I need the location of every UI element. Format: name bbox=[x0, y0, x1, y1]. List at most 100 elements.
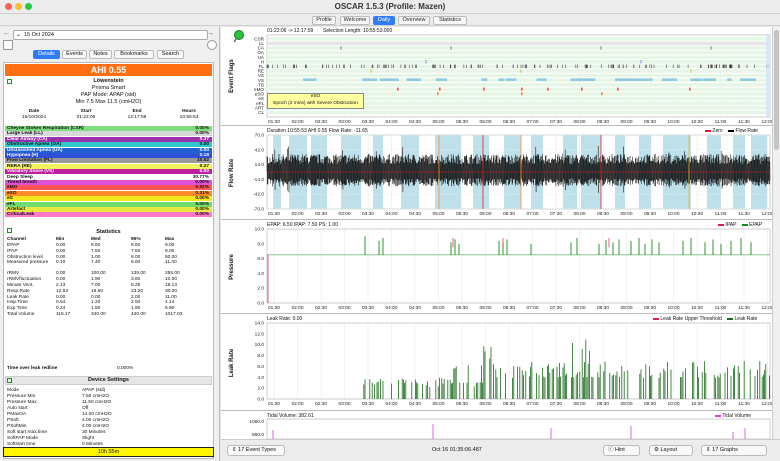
legend-leak-threshold: Leak Rate Upper Threshold bbox=[660, 316, 722, 322]
y-tick-label: 6.0 bbox=[257, 364, 264, 370]
y-tick-label: 860.0 bbox=[252, 432, 264, 438]
tab-welcome[interactable]: Welcome bbox=[340, 16, 370, 25]
x-tick-label: 11:00 bbox=[715, 401, 727, 407]
tidal-volume-graph[interactable]: Tidal Volume: 382.61 1060.0 860.0 Tidal V… bbox=[221, 412, 773, 439]
x-tick-label: 07:30 bbox=[550, 305, 562, 311]
x-tick-label: 04:00 bbox=[385, 305, 397, 311]
event-value: 30.77% bbox=[192, 174, 209, 180]
date-selector[interactable]: ⌄ 15 Oct 2024 bbox=[13, 30, 208, 40]
leak-redline-value: 0.000% bbox=[117, 366, 134, 371]
stats-cell: 6.50 bbox=[91, 243, 101, 248]
event-row: eSO 0.31% bbox=[5, 190, 212, 196]
setting-name: PMaxOA bbox=[7, 412, 27, 417]
event-row: eS 0.00% bbox=[5, 196, 212, 202]
deep-sleep-flag bbox=[481, 78, 488, 81]
tab-search[interactable]: Search bbox=[157, 50, 184, 59]
scrollbar-thumb[interactable] bbox=[774, 30, 779, 150]
stats-header: Channel bbox=[7, 237, 26, 242]
x-tick-label: 03:00 bbox=[338, 401, 350, 407]
stats-cell: 8.60 bbox=[131, 260, 141, 266]
stats-cell: 9.25 bbox=[131, 283, 141, 288]
x-tick-label: 09:00 bbox=[620, 305, 632, 311]
stats-cell: 2.13 bbox=[56, 283, 66, 288]
hint-button[interactable]: ⓘ Hint bbox=[603, 445, 640, 456]
y-tick-label: 14.0 bbox=[255, 162, 265, 168]
calendar-icon[interactable] bbox=[3, 40, 13, 50]
tab-notes[interactable]: Notes bbox=[89, 50, 112, 59]
machine-model: Prisma Smart bbox=[91, 85, 126, 91]
x-tick-label: 07:00 bbox=[526, 305, 538, 311]
session-value: 10:55:53 bbox=[179, 115, 199, 120]
tab-events[interactable]: Events bbox=[62, 50, 87, 59]
tab-profile[interactable]: Profile bbox=[312, 16, 336, 25]
leak-rate-plot: 01:30 02:00 02:30 03:00 03:30 04:00 04:30 05:00… bbox=[255, 321, 773, 408]
tab-overview[interactable]: Overview bbox=[398, 16, 430, 25]
session-header-end: End bbox=[132, 109, 142, 114]
stats-cell: 1.00 bbox=[91, 254, 101, 260]
deep-sleep-flag bbox=[661, 78, 677, 81]
x-tick-label: 09:00 bbox=[620, 401, 632, 407]
event-flags-graph[interactable]: Event Flags 01:22:06 -> 12:17:59 Selecti… bbox=[221, 27, 773, 126]
x-tick-label: 02:00 bbox=[291, 401, 303, 407]
stats-cell: Measured pressure bbox=[7, 260, 49, 266]
x-tick-label: 07:30 bbox=[550, 401, 562, 407]
stats-cell: 3.60 bbox=[131, 277, 141, 283]
setting-name: PSoftMin bbox=[7, 424, 27, 429]
flag-row-band bbox=[267, 87, 770, 92]
stats-cell: 1.20 bbox=[91, 300, 101, 306]
graph-area: Event Flags 01:22:06 -> 12:17:59 Selecti… bbox=[221, 27, 780, 439]
event-value: 0.00 bbox=[199, 142, 209, 148]
x-tick-label: 02:00 bbox=[291, 305, 303, 311]
event-value: 0.00% bbox=[195, 196, 209, 202]
flag-row-band bbox=[267, 55, 770, 59]
setting-name: Mode bbox=[7, 388, 19, 393]
setting-value: 30 Minutes bbox=[82, 430, 106, 435]
setting-value: APAP (std) bbox=[82, 388, 106, 393]
event-types-dropdown[interactable]: ⇕ 17 Event Types bbox=[227, 445, 285, 456]
stats-cell: 5.90 bbox=[165, 306, 175, 312]
tab-statistics[interactable]: Statistics bbox=[433, 16, 467, 25]
layout-button[interactable]: ⚙ Layout bbox=[649, 445, 693, 456]
stats-cell: 340.00 bbox=[91, 312, 106, 317]
stats-cell: 1.90 bbox=[91, 277, 101, 283]
stats-cell: 11.00 bbox=[165, 294, 177, 300]
deep-sleep-flag bbox=[303, 78, 317, 81]
pap-mode: PAP Mode: APAP (std) bbox=[80, 92, 137, 98]
y-tick-label: 1060.0 bbox=[249, 419, 264, 425]
stats-cell: Minute Vent. bbox=[7, 283, 34, 288]
x-tick-label: 11:30 bbox=[738, 119, 750, 125]
y-tick-label: -70.0 bbox=[253, 207, 264, 213]
stats-header: Min bbox=[56, 237, 65, 242]
event-value: 0.92% bbox=[195, 185, 209, 191]
next-day-arrow-icon[interactable]: → bbox=[207, 30, 214, 37]
stats-cell: 9.00 bbox=[165, 248, 175, 254]
x-tick-label: 01:30 bbox=[268, 211, 280, 217]
tab-daily[interactable]: Daily bbox=[373, 16, 395, 25]
event-name: Unclassified Apnea (UA) bbox=[7, 147, 63, 153]
bookmark-star-icon[interactable] bbox=[207, 40, 217, 50]
flow-rate-graph[interactable]: Flow Rate Duration 10:55:53 AHI 0.55 Flo… bbox=[221, 127, 773, 220]
x-tick-label: 03:00 bbox=[338, 119, 350, 125]
bottom-toolbar: ⇕ 17 Event Types Oct 16 01:35:06.487 ⓘ H… bbox=[221, 439, 780, 461]
x-tick-label: 10:00 bbox=[667, 305, 679, 311]
tab-bookmarks[interactable]: Bookmarks bbox=[114, 50, 154, 59]
x-tick-label: 05:00 bbox=[432, 211, 444, 217]
y-tick-label: 2.0 bbox=[257, 286, 264, 292]
y-tick-label: 10.0 bbox=[255, 342, 265, 348]
graph-scrollbar[interactable] bbox=[772, 27, 780, 439]
tab-details[interactable]: Details bbox=[33, 50, 60, 59]
stats-cell: 7.00 bbox=[91, 283, 101, 288]
stats-cell: 9.00 bbox=[165, 243, 175, 248]
cursor-datetime: Oct 16 01:35:06.487 bbox=[432, 447, 482, 453]
leak-rate-graph[interactable]: Leak Rate Leak Rate: 0.00 01:30 02:00 02:3… bbox=[221, 315, 773, 411]
x-tick-label: 08:00 bbox=[573, 211, 585, 217]
stats-cell: 440.00 bbox=[131, 312, 146, 317]
pressure-graph[interactable]: Pressure EPAP: 6.50 IPAP: 7.50 PS: 1.00 … bbox=[221, 221, 773, 314]
graphs-dropdown[interactable]: ⇕ 17 Graphs bbox=[701, 445, 767, 456]
left-sidebar: ← ⌄ 15 Oct 2024 → Details Events Notes B… bbox=[0, 27, 220, 461]
legend-flow-rate: Flow Rate bbox=[735, 128, 758, 134]
previous-day-arrow-icon[interactable]: ← bbox=[3, 30, 10, 37]
setting-value: 4.00 cmH2O bbox=[82, 424, 109, 429]
device-settings-checkbox[interactable] bbox=[7, 378, 12, 383]
emo-flag bbox=[689, 87, 691, 91]
